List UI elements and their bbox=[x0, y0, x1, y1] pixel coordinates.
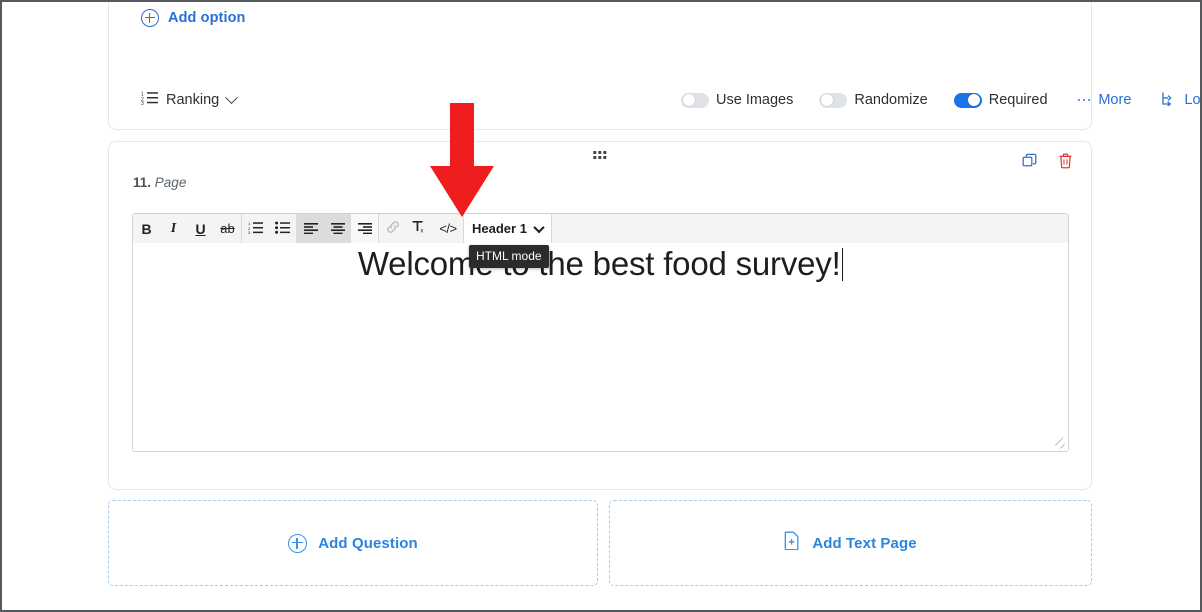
align-right-button[interactable] bbox=[351, 214, 378, 243]
more-button[interactable]: More bbox=[1077, 92, 1132, 108]
card-action-group bbox=[1022, 153, 1073, 169]
toggle-track bbox=[819, 92, 848, 108]
toggle-track bbox=[681, 92, 709, 108]
plus-circle-icon bbox=[141, 9, 159, 27]
link-icon bbox=[386, 220, 400, 237]
required-toggle[interactable]: Required bbox=[953, 92, 1048, 108]
align-left-icon bbox=[303, 221, 318, 237]
duplicate-icon[interactable] bbox=[1022, 153, 1038, 169]
chevron-down-icon bbox=[533, 221, 545, 233]
svg-text:x: x bbox=[420, 228, 423, 234]
underline-label: U bbox=[195, 220, 206, 237]
plus-circle-icon bbox=[288, 533, 308, 553]
ordered-list-icon: 1 2 3 bbox=[248, 221, 263, 237]
bullet-list-icon bbox=[275, 221, 290, 237]
align-right-icon bbox=[357, 221, 372, 237]
alignment-group bbox=[297, 214, 379, 243]
clear-format-button[interactable]: x bbox=[406, 214, 433, 243]
ellipsis-icon bbox=[1077, 98, 1091, 102]
question-type-label: Ranking bbox=[166, 92, 220, 108]
heading-level-label: Header 1 bbox=[472, 221, 527, 236]
ordered-list-icon: 1 2 3 bbox=[141, 90, 158, 110]
use-images-toggle[interactable]: Use Images bbox=[681, 92, 793, 108]
svg-text:3: 3 bbox=[248, 230, 251, 234]
survey-builder-screen: Add option 1 2 3 Ranking Use Images Rand… bbox=[0, 0, 1202, 612]
question-settings-bar: 1 2 3 Ranking Use Images Randomize Requi… bbox=[109, 69, 1200, 131]
html-mode-tooltip: HTML mode bbox=[469, 245, 549, 268]
add-question-label: Add Question bbox=[318, 534, 418, 552]
question-options-group: Use Images Randomize Required More Lo bbox=[681, 91, 1201, 110]
page-index: 11. bbox=[133, 175, 152, 190]
add-option-label: Add option bbox=[168, 10, 246, 26]
html-mode-button[interactable]: </> bbox=[433, 214, 463, 243]
randomize-toggle[interactable]: Randomize bbox=[819, 92, 928, 108]
clear-format-icon: x bbox=[412, 220, 427, 237]
rich-text-editor: B I U ab 1 2 3 x </> Header 1 Welcome to… bbox=[132, 213, 1069, 452]
toggle-track bbox=[953, 92, 982, 108]
use-images-label: Use Images bbox=[716, 92, 794, 108]
editor-content-area[interactable]: Welcome to the best food survey! bbox=[133, 243, 1068, 451]
ordered-list-button[interactable]: 1 2 3 bbox=[242, 214, 269, 243]
toolbar-filler bbox=[552, 214, 1068, 243]
logic-label: Logic bbox=[1184, 92, 1201, 108]
page-label: 11. Page bbox=[133, 175, 186, 190]
strikethrough-label: ab bbox=[220, 221, 235, 236]
link-button[interactable] bbox=[379, 214, 406, 243]
strikethrough-button[interactable]: ab bbox=[214, 214, 241, 243]
add-text-page-label: Add Text Page bbox=[812, 534, 917, 552]
add-option-button[interactable]: Add option bbox=[141, 9, 246, 27]
delete-icon[interactable] bbox=[1058, 153, 1073, 169]
align-left-button[interactable] bbox=[297, 214, 324, 243]
logic-button[interactable]: Logic bbox=[1161, 91, 1201, 110]
insert-group: x </> bbox=[379, 214, 464, 243]
heading-level-select[interactable]: Header 1 bbox=[464, 214, 552, 243]
align-center-button[interactable] bbox=[324, 214, 351, 243]
randomize-label: Randomize bbox=[854, 92, 928, 108]
editor-heading-value: Welcome to the best food survey! bbox=[357, 245, 841, 282]
ranking-question-card: Add option 1 2 3 Ranking Use Images Rand… bbox=[108, 2, 1200, 131]
question-type-selector[interactable]: 1 2 3 Ranking bbox=[141, 90, 239, 110]
logic-branch-icon bbox=[1161, 91, 1176, 110]
document-plus-icon bbox=[784, 531, 801, 555]
align-center-icon bbox=[330, 221, 345, 237]
italic-label: I bbox=[170, 220, 177, 236]
svg-text:3: 3 bbox=[141, 101, 144, 105]
underline-button[interactable]: U bbox=[187, 214, 214, 243]
text-caret bbox=[841, 248, 844, 281]
bullet-list-button[interactable] bbox=[269, 214, 296, 243]
chevron-down-icon bbox=[225, 90, 239, 104]
text-style-group: B I U ab bbox=[133, 214, 242, 243]
html-mode-label: </> bbox=[439, 221, 457, 236]
italic-button[interactable]: I bbox=[160, 214, 187, 243]
more-label: More bbox=[1098, 92, 1132, 108]
editor-toolbar: B I U ab 1 2 3 x </> Header 1 bbox=[133, 214, 1068, 244]
add-text-page-button[interactable]: Add Text Page bbox=[609, 500, 1092, 586]
list-group: 1 2 3 bbox=[242, 214, 297, 243]
bold-button[interactable]: B bbox=[133, 214, 160, 243]
add-question-button[interactable]: Add Question bbox=[108, 500, 598, 586]
required-label: Required bbox=[988, 92, 1048, 108]
drag-handle[interactable] bbox=[593, 151, 607, 160]
editor-heading-text: Welcome to the best food survey! bbox=[133, 245, 1068, 283]
text-page-card: 11. Page B I U ab 1 2 3 x </> Header 1 W… bbox=[108, 141, 1092, 490]
page-type: Page bbox=[154, 175, 187, 190]
editor-resize-handle[interactable] bbox=[1054, 437, 1066, 449]
bold-label: B bbox=[141, 220, 152, 237]
